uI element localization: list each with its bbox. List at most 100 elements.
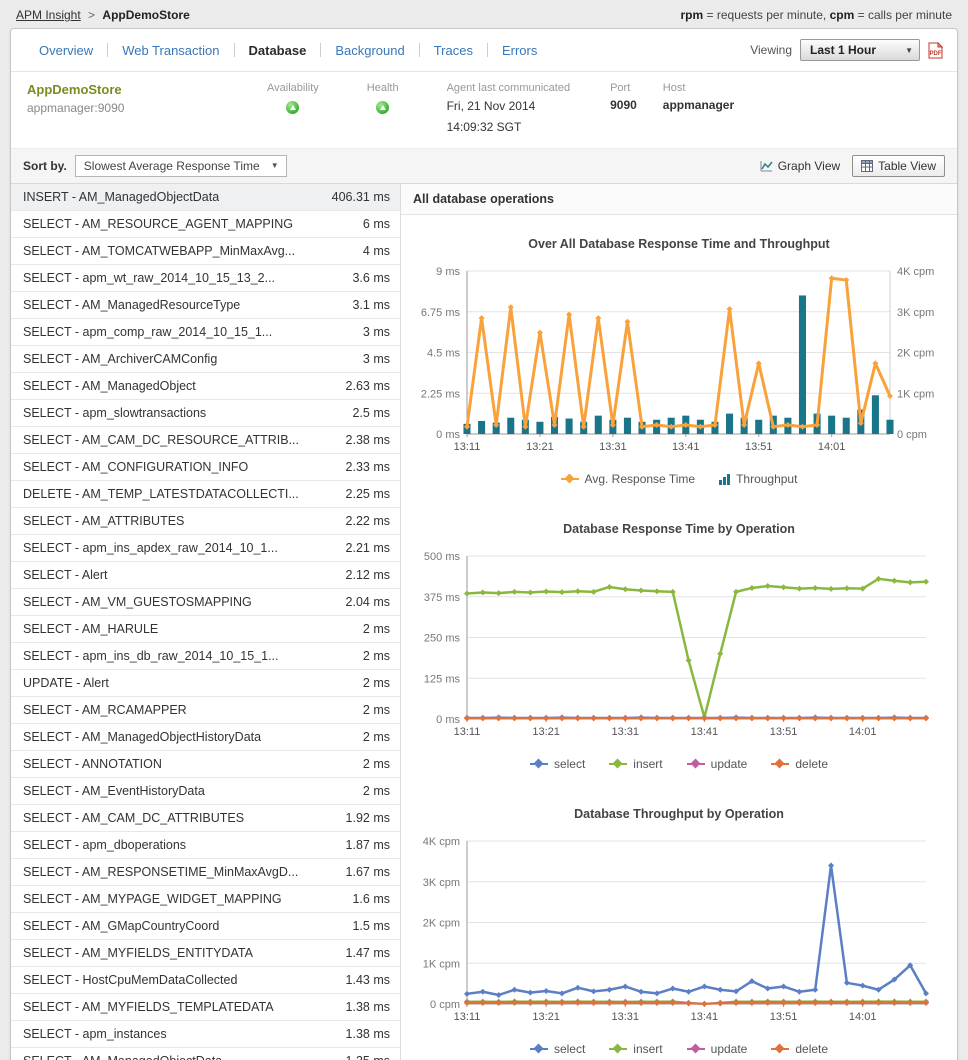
- operation-time: 2 ms: [355, 757, 390, 771]
- operation-row[interactable]: SELECT - AM_CAM_DC_RESOURCE_ATTRIB...2.3…: [11, 427, 400, 454]
- content-area: INSERT - AM_ManagedObjectData406.31 msSE…: [11, 184, 957, 1060]
- operation-row[interactable]: SELECT - AM_ManagedObjectData...1.35 ms: [11, 1048, 400, 1060]
- charts-panel: All database operations Over All Databas…: [401, 184, 957, 1060]
- legend-item-select[interactable]: select: [530, 1042, 585, 1056]
- operation-row[interactable]: SELECT - AM_RESOURCE_AGENT_MAPPING6 ms: [11, 211, 400, 238]
- operation-row[interactable]: SELECT - apm_slowtransactions2.5 ms: [11, 400, 400, 427]
- operation-row[interactable]: SELECT - AM_ManagedResourceType3.1 ms: [11, 292, 400, 319]
- svg-text:125 ms: 125 ms: [423, 673, 460, 685]
- table-view-button[interactable]: Table View: [852, 155, 945, 177]
- operation-name: SELECT - AM_ATTRIBUTES: [23, 514, 184, 528]
- legend-item-delete[interactable]: delete: [771, 1042, 828, 1056]
- operation-time: 1.6 ms: [344, 892, 390, 906]
- chart-1: Over All Database Response Time and Thro…: [401, 237, 957, 486]
- operation-time: 2.33 ms: [338, 460, 390, 474]
- operation-row[interactable]: SELECT - AM_CAM_DC_ATTRIBUTES1.92 ms: [11, 805, 400, 832]
- sort-select-value: Slowest Average Response Time: [84, 159, 260, 173]
- operation-row[interactable]: SELECT - apm_wt_raw_2014_10_15_13_2...3.…: [11, 265, 400, 292]
- legend-item-avg-response-time[interactable]: Avg. Response Time: [561, 472, 696, 486]
- tab-bar: OverviewWeb TransactionDatabaseBackgroun…: [11, 29, 957, 72]
- legend-item-insert[interactable]: insert: [609, 1042, 662, 1056]
- tab-traces[interactable]: Traces: [420, 41, 487, 60]
- chart-title: Database Throughput by Operation: [401, 807, 957, 821]
- tab-overview[interactable]: Overview: [25, 41, 107, 60]
- legend-line-icon: [530, 759, 548, 769]
- operation-row[interactable]: SELECT - HostCpuMemDataCollected1.43 ms: [11, 967, 400, 994]
- legend-item-delete[interactable]: delete: [771, 757, 828, 771]
- svg-text:13:21: 13:21: [532, 726, 560, 738]
- operation-row[interactable]: SELECT - AM_CONFIGURATION_INFO2.33 ms: [11, 454, 400, 481]
- legend-item-insert[interactable]: insert: [609, 757, 662, 771]
- operation-row[interactable]: SELECT - apm_dboperations1.87 ms: [11, 832, 400, 859]
- svg-text:13:11: 13:11: [453, 726, 480, 738]
- top-bar: APM Insight > AppDemoStore rpm = request…: [0, 0, 968, 28]
- operation-row[interactable]: SELECT - AM_ATTRIBUTES2.22 ms: [11, 508, 400, 535]
- operation-name: SELECT - apm_comp_raw_2014_10_15_1...: [23, 325, 272, 339]
- operation-row[interactable]: SELECT - AM_GMapCountryCoord1.5 ms: [11, 913, 400, 940]
- svg-text:1K cpm: 1K cpm: [897, 388, 934, 400]
- tab-web-transaction[interactable]: Web Transaction: [108, 41, 233, 60]
- operation-name: SELECT - AM_HARULE: [23, 622, 158, 636]
- units-note: rpm = requests per minute, cpm = calls p…: [681, 8, 952, 22]
- chart-legend: select insert update delete: [401, 757, 957, 771]
- chart-title: Database Response Time by Operation: [401, 522, 957, 536]
- agent-column: Agent last communicated Fri, 21 Nov 2014…: [447, 82, 571, 136]
- operation-row[interactable]: SELECT - AM_MYPAGE_WIDGET_MAPPING1.6 ms: [11, 886, 400, 913]
- operation-name: SELECT - AM_EventHistoryData: [23, 784, 205, 798]
- svg-text:13:51: 13:51: [744, 441, 772, 453]
- operation-row[interactable]: SELECT - AM_EventHistoryData2 ms: [11, 778, 400, 805]
- time-range-select[interactable]: Last 1 Hour ▼: [800, 39, 920, 61]
- operation-time: 1.92 ms: [338, 811, 390, 825]
- operation-row[interactable]: SELECT - AM_MYFIELDS_TEMPLATEDATA1.38 ms: [11, 994, 400, 1021]
- operation-name: INSERT - AM_ManagedObjectData: [23, 190, 219, 204]
- charts-container: Over All Database Response Time and Thro…: [401, 237, 957, 1056]
- legend-label: update: [711, 1042, 748, 1056]
- tab-background[interactable]: Background: [321, 41, 418, 60]
- operation-name: SELECT - AM_VM_GUESTOSMAPPING: [23, 595, 252, 609]
- legend-item-select[interactable]: select: [530, 757, 585, 771]
- export-pdf-icon[interactable]: PDF: [928, 42, 943, 59]
- sort-select[interactable]: Slowest Average Response Time ▼: [75, 155, 287, 177]
- operation-row[interactable]: SELECT - AM_ManagedObject2.63 ms: [11, 373, 400, 400]
- graph-view-button[interactable]: Graph View: [760, 159, 840, 173]
- operation-row[interactable]: SELECT - AM_TOMCATWEBAPP_MinMaxAvg...4 m…: [11, 238, 400, 265]
- operation-row[interactable]: SELECT - AM_RESPONSETIME_MinMaxAvgD...1.…: [11, 859, 400, 886]
- breadcrumb-link-apm-insight[interactable]: APM Insight: [16, 8, 81, 22]
- tab-database[interactable]: Database: [235, 41, 321, 60]
- operation-row[interactable]: SELECT - Alert2.12 ms: [11, 562, 400, 589]
- operation-row[interactable]: SELECT - apm_comp_raw_2014_10_15_1...3 m…: [11, 319, 400, 346]
- app-info-row: AppDemoStore appmanager:9090 Availabilit…: [11, 72, 957, 148]
- operation-row[interactable]: SELECT - AM_ArchiverCAMConfig3 ms: [11, 346, 400, 373]
- operation-row[interactable]: DELETE - AM_TEMP_LATESTDATACOLLECTI...2.…: [11, 481, 400, 508]
- operation-row[interactable]: SELECT - ANNOTATION2 ms: [11, 751, 400, 778]
- operation-row[interactable]: SELECT - AM_HARULE2 ms: [11, 616, 400, 643]
- legend-item-throughput[interactable]: Throughput: [719, 472, 797, 486]
- svg-text:13:31: 13:31: [599, 441, 627, 453]
- svg-text:2.25 ms: 2.25 ms: [420, 388, 460, 400]
- operation-name: SELECT - AM_RCAMAPPER: [23, 703, 187, 717]
- svg-text:13:31: 13:31: [611, 1011, 639, 1023]
- legend-item-update[interactable]: update: [687, 757, 748, 771]
- legend-item-update[interactable]: update: [687, 1042, 748, 1056]
- graph-view-icon: [760, 160, 773, 172]
- operation-row[interactable]: SELECT - apm_ins_db_raw_2014_10_15_1...2…: [11, 643, 400, 670]
- operation-name: SELECT - apm_ins_db_raw_2014_10_15_1...: [23, 649, 279, 663]
- operation-time: 2 ms: [355, 676, 390, 690]
- main-panel: OverviewWeb TransactionDatabaseBackgroun…: [10, 28, 958, 1060]
- operation-name: SELECT - apm_wt_raw_2014_10_15_13_2...: [23, 271, 275, 285]
- operation-row[interactable]: INSERT - AM_ManagedObjectData406.31 ms: [11, 184, 400, 211]
- rpm-text: = requests per minute,: [703, 8, 829, 22]
- operation-row[interactable]: SELECT - apm_ins_apdex_raw_2014_10_1...2…: [11, 535, 400, 562]
- operation-name: DELETE - AM_TEMP_LATESTDATACOLLECTI...: [23, 487, 299, 501]
- operation-row[interactable]: UPDATE - Alert2 ms: [11, 670, 400, 697]
- table-view-label: Table View: [878, 159, 936, 173]
- tab-errors[interactable]: Errors: [488, 41, 551, 60]
- operation-row[interactable]: SELECT - AM_MYFIELDS_ENTITYDATA1.47 ms: [11, 940, 400, 967]
- charts-panel-title: All database operations: [401, 184, 957, 215]
- operation-row[interactable]: SELECT - apm_instances1.38 ms: [11, 1021, 400, 1048]
- operation-row[interactable]: SELECT - AM_ManagedObjectHistoryData2 ms: [11, 724, 400, 751]
- operation-row[interactable]: SELECT - AM_RCAMAPPER2 ms: [11, 697, 400, 724]
- operation-row[interactable]: SELECT - AM_VM_GUESTOSMAPPING2.04 ms: [11, 589, 400, 616]
- operation-name: SELECT - AM_CAM_DC_RESOURCE_ATTRIB...: [23, 433, 299, 447]
- operation-time: 2.63 ms: [338, 379, 390, 393]
